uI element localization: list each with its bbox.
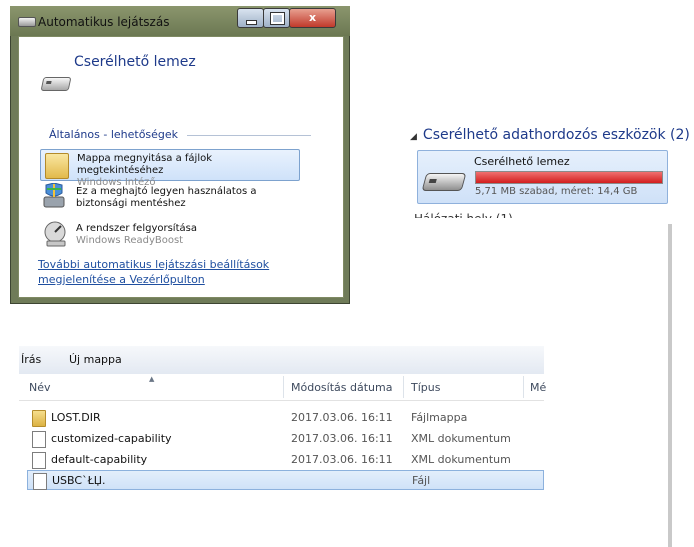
column-name[interactable]: Név [29,381,51,394]
file-row[interactable]: LOST.DIR 2017.03.06. 16:11 Fájlmappa [27,408,544,428]
file-type: XML dokumentum [411,432,511,445]
drive-name: Cserélhető lemez [474,155,570,168]
section-divider [187,135,311,136]
file-row[interactable]: default-capability 2017.03.06. 16:11 XML… [27,450,544,470]
window-title: Automatikus lejátszás [38,15,170,29]
file-name: default-capability [51,453,148,466]
column-separator[interactable] [403,376,404,398]
file-date: 2017.03.06. 16:11 [291,432,393,445]
removable-drive-icon [421,173,467,191]
autoplay-titlebar[interactable]: Automatikus lejátszás x [10,6,350,36]
network-location-header[interactable]: Hálózati hely (1) [414,210,513,218]
sort-ascending-icon: ▲ [149,375,155,383]
section-title: Általános - lehetőségek [49,128,179,141]
explorer-pane: Írás Új mappa ▲ Név Módosítás dátuma Típ… [19,346,546,496]
autoplay-window: Automatikus lejátszás x Cserélhető lemez… [10,6,350,304]
file-date: 2017.03.06. 16:11 [291,411,393,424]
column-separator[interactable] [283,376,284,398]
option-label: A rendszer felgyorsítása [76,223,197,234]
collapse-triangle-icon[interactable]: ◢ [410,132,417,142]
maximize-button[interactable] [263,8,290,28]
file-name: LOST.DIR [51,411,101,424]
column-separator[interactable] [523,376,524,398]
drive-icon [18,17,36,27]
option-label: Mappa megnyitása a fájlok megtekintéséhe… [77,153,213,176]
option-use-for-backup[interactable]: Ez a meghajtó legyen használatos a bizto… [40,183,300,213]
new-folder-button[interactable]: Új mappa [69,353,122,366]
column-size[interactable]: Mé [530,381,546,394]
file-row-selected[interactable]: USBC`ŁЏ. Fájl [27,470,544,490]
drive-space-info: 5,71 MB szabad, méret: 14,4 GB [475,186,638,197]
file-type: XML dokumentum [411,453,511,466]
file-icon [32,431,46,448]
option-speed-up-system[interactable]: A rendszer felgyorsítása Windows ReadyBo… [40,221,300,249]
file-type: Fájl [412,474,431,487]
folder-icon [32,410,46,427]
scrollbar-edge [668,224,672,547]
explorer-toolbar: Írás Új mappa [19,346,544,375]
backup-shield-icon [43,183,65,208]
column-date[interactable]: Módosítás dátuma [291,381,392,394]
burn-button[interactable]: Írás [21,353,41,366]
column-header: ▲ Név Módosítás dátuma Típus Mé [19,374,546,401]
option-sublabel: Windows ReadyBoost [76,235,184,246]
removable-devices-header[interactable]: ◢ Cserélhető adathordozós eszközök (2) [410,127,690,143]
control-panel-link[interactable]: További automatikus lejátszási beállítás… [38,257,328,287]
readyboost-gauge-icon [44,221,66,247]
removable-drive-icon [40,77,72,91]
file-row[interactable]: customized-capability 2017.03.06. 16:11 … [27,429,544,449]
file-icon [32,452,46,469]
drive-usage-bar [475,171,663,184]
drive-header: Cserélhető lemez [74,54,196,70]
removable-drive-tile[interactable]: Cserélhető lemez 5,71 MB szabad, méret: … [417,150,668,204]
file-type: Fájlmappa [411,411,468,424]
drive-usage-fill [476,172,662,183]
autoplay-content: Cserélhető lemez Általános - lehetőségek… [18,36,344,298]
close-button[interactable]: x [289,8,336,28]
column-type[interactable]: Típus [411,381,440,394]
file-name: USBC`ŁЏ. [52,474,106,487]
file-date: 2017.03.06. 16:11 [291,453,393,466]
file-name: customized-capability [51,432,172,445]
option-label: Ez a meghajtó legyen használatos a bizto… [76,186,257,209]
folder-icon [45,153,69,179]
minimize-button[interactable] [237,8,264,28]
option-open-folder[interactable]: Mappa megnyitása a fájlok megtekintéséhe… [40,149,300,188]
file-icon [33,473,47,490]
